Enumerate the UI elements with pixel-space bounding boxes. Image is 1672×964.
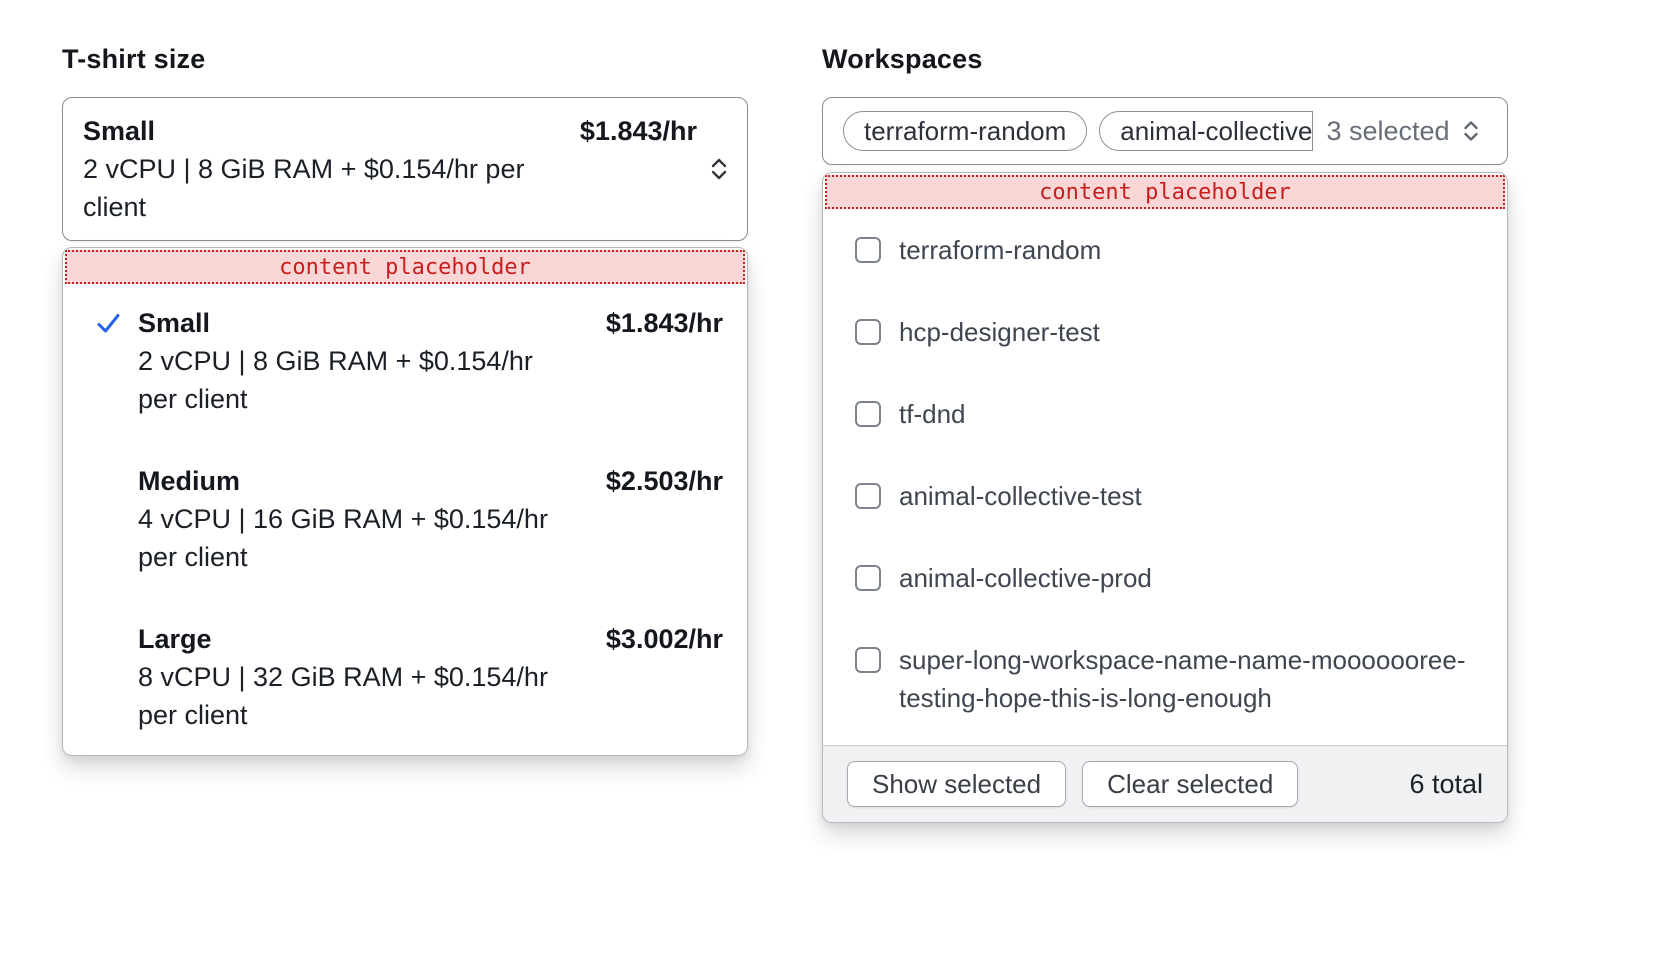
- checkmark-icon: [95, 304, 138, 337]
- workspace-option-label: super-long-workspace-name-name-moooooore…: [899, 641, 1469, 717]
- workspace-option[interactable]: super-long-workspace-name-name-moooooore…: [855, 641, 1483, 717]
- workspaces-trigger[interactable]: terraform-random animal-collective 3 sel…: [822, 97, 1508, 165]
- workspaces-section: Workspaces terraform-random animal-colle…: [822, 44, 1508, 823]
- selected-size-summary: Small $1.843/hr 2 vCPU | 8 GiB RAM + $0.…: [83, 112, 697, 226]
- selected-size-description: 2 vCPU | 8 GiB RAM + $0.154/hr per clien…: [83, 150, 553, 226]
- size-option-text: Medium $2.503/hr 4 vCPU | 16 GiB RAM + $…: [138, 462, 723, 576]
- size-option-price: $1.843/hr: [606, 304, 723, 342]
- size-option-price: $3.002/hr: [606, 620, 723, 658]
- size-option[interactable]: Large $3.002/hr 8 vCPU | 32 GiB RAM + $0…: [95, 620, 723, 734]
- workspaces-dropdown: content placeholder terraform-random hcp…: [822, 172, 1508, 823]
- tshirt-size-label: T-shirt size: [62, 44, 748, 74]
- chevron-up-down-icon: [709, 155, 729, 183]
- workspace-options: terraform-random hcp-designer-test tf-dn…: [823, 211, 1507, 745]
- size-option-name: Medium: [138, 462, 240, 500]
- content-placeholder-banner: content placeholder: [825, 175, 1505, 209]
- tshirt-size-dropdown: content placeholder Small $1.843/hr 2 vC…: [62, 247, 748, 756]
- size-option-price: $2.503/hr: [606, 462, 723, 500]
- workspace-option-label: tf-dnd: [899, 395, 966, 433]
- workspace-option-label: animal-collective-test: [899, 477, 1142, 515]
- checkmark-icon: [95, 462, 138, 495]
- checkbox[interactable]: [855, 647, 881, 673]
- content-placeholder-banner: content placeholder: [65, 250, 745, 284]
- workspace-option-label: hcp-designer-test: [899, 313, 1100, 351]
- workspace-option[interactable]: terraform-random: [855, 231, 1483, 269]
- total-count: 6 total: [1409, 769, 1483, 800]
- size-option[interactable]: Medium $2.503/hr 4 vCPU | 16 GiB RAM + $…: [95, 462, 723, 576]
- size-option-text: Large $3.002/hr 8 vCPU | 32 GiB RAM + $0…: [138, 620, 723, 734]
- size-option-description: 8 vCPU | 32 GiB RAM + $0.154/hr per clie…: [138, 658, 553, 734]
- workspaces-label: Workspaces: [822, 44, 1508, 74]
- selected-size-price: $1.843/hr: [580, 112, 697, 150]
- workspace-tag: terraform-random: [843, 111, 1087, 151]
- workspaces-footer: Show selected Clear selected 6 total: [823, 745, 1507, 822]
- chevron-up-down-icon: [1462, 118, 1480, 144]
- tshirt-size-options: Small $1.843/hr 2 vCPU | 8 GiB RAM + $0.…: [63, 286, 747, 755]
- checkbox[interactable]: [855, 565, 881, 591]
- selected-count-label: 3 selected: [1326, 116, 1449, 147]
- workspace-option-label: terraform-random: [899, 231, 1101, 269]
- size-option-text: Small $1.843/hr 2 vCPU | 8 GiB RAM + $0.…: [138, 304, 723, 418]
- selected-size-name: Small: [83, 112, 155, 150]
- checkbox[interactable]: [855, 401, 881, 427]
- component-showcase: T-shirt size Small $1.843/hr 2 vCPU | 8 …: [0, 0, 1672, 823]
- workspace-option[interactable]: hcp-designer-test: [855, 313, 1483, 351]
- checkbox[interactable]: [855, 483, 881, 509]
- size-option-description: 4 vCPU | 16 GiB RAM + $0.154/hr per clie…: [138, 500, 553, 576]
- checkbox[interactable]: [855, 319, 881, 345]
- checkbox[interactable]: [855, 237, 881, 263]
- size-option-name: Large: [138, 620, 212, 658]
- size-option[interactable]: Small $1.843/hr 2 vCPU | 8 GiB RAM + $0.…: [95, 304, 723, 418]
- checkmark-icon: [95, 620, 138, 653]
- workspace-tag-clipped: animal-collective: [1099, 111, 1313, 151]
- size-option-description: 2 vCPU | 8 GiB RAM + $0.154/hr per clien…: [138, 342, 553, 418]
- show-selected-button[interactable]: Show selected: [847, 761, 1066, 807]
- tshirt-size-section: T-shirt size Small $1.843/hr 2 vCPU | 8 …: [62, 44, 748, 823]
- size-option-name: Small: [138, 304, 210, 342]
- clear-selected-button[interactable]: Clear selected: [1082, 761, 1298, 807]
- tshirt-size-trigger[interactable]: Small $1.843/hr 2 vCPU | 8 GiB RAM + $0.…: [62, 97, 748, 241]
- workspace-option[interactable]: animal-collective-prod: [855, 559, 1483, 597]
- workspace-option[interactable]: animal-collective-test: [855, 477, 1483, 515]
- workspace-option[interactable]: tf-dnd: [855, 395, 1483, 433]
- workspace-option-label: animal-collective-prod: [899, 559, 1152, 597]
